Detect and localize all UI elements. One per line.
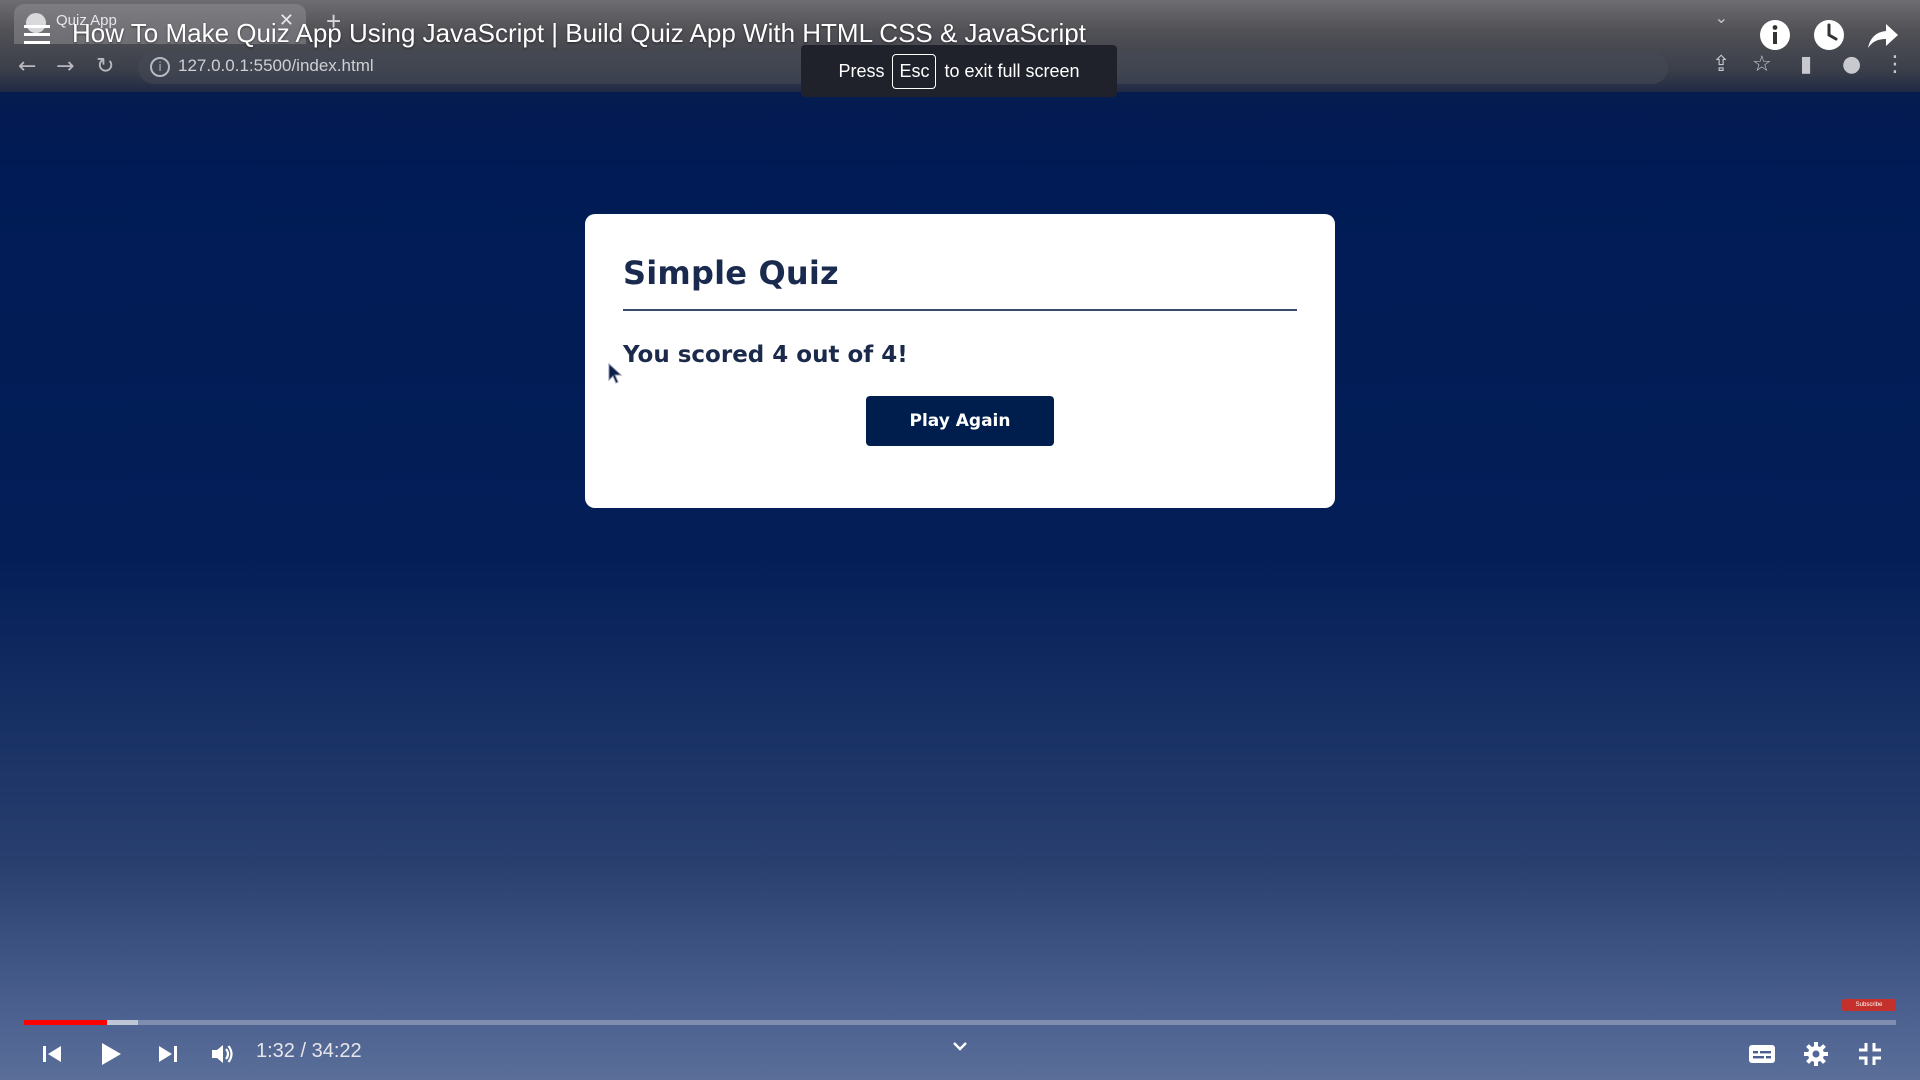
chevron-down-icon[interactable] [950,1036,970,1060]
share-arrow-icon[interactable] [1864,16,1902,54]
skip-previous-icon[interactable] [32,1036,72,1072]
score-text: You scored 4 out of 4! [623,342,908,368]
title-divider [623,309,1297,311]
exit-fullscreen-icon[interactable] [1850,1036,1890,1072]
progress-played [24,1020,108,1025]
fullscreen-notice-prefix: Press [838,60,885,81]
mouse-cursor-icon [608,363,623,384]
info-icon[interactable] [1756,16,1794,54]
playlist-menu-icon[interactable] [24,20,52,49]
gear-icon[interactable] [1796,1036,1836,1072]
fullscreen-notice-suffix: to exit full screen [944,60,1080,81]
subtitles-icon[interactable] [1742,1036,1782,1072]
quiz-card: Simple Quiz You scored 4 out of 4! Play … [585,214,1335,508]
time-display: 1:32 / 34:22 [256,1040,362,1062]
quiz-title: Simple Quiz [623,254,839,292]
progress-bar[interactable] [24,1020,1896,1025]
skip-next-icon[interactable] [148,1036,188,1072]
fullscreen-notice: Press Esc to exit full screen [801,45,1117,97]
play-again-button[interactable]: Play Again [866,396,1054,446]
play-icon[interactable] [90,1036,130,1072]
subscribe-watermark[interactable]: Subscribe [1842,999,1896,1011]
esc-key-badge: Esc [892,53,937,89]
volume-icon[interactable] [202,1036,242,1072]
clock-icon[interactable] [1810,16,1848,54]
site-info-icon[interactable]: i [150,57,170,77]
